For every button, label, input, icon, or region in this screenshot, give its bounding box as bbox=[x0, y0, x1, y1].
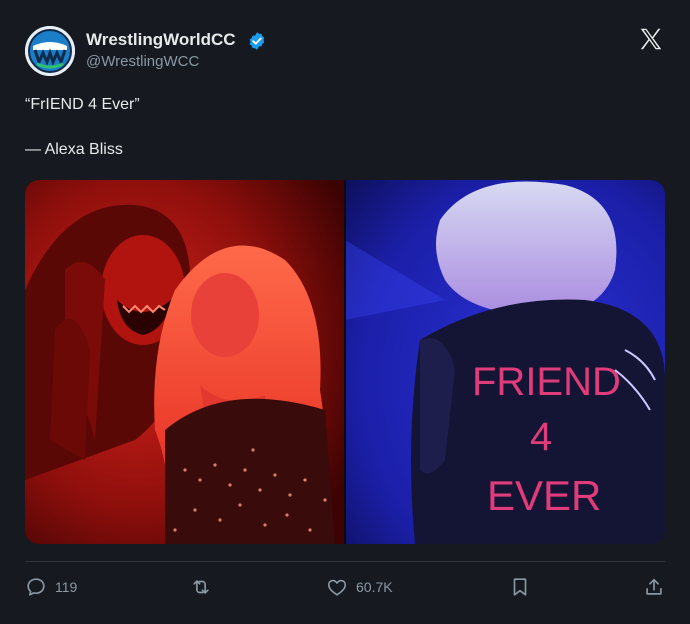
bookmark-button[interactable] bbox=[509, 575, 531, 599]
jacket-text-friend: FRIEND bbox=[472, 360, 621, 404]
author-name[interactable]: WrestlingWorldCC bbox=[86, 30, 236, 50]
jacket-text-4: 4 bbox=[530, 415, 552, 459]
reply-count: 119 bbox=[55, 579, 78, 595]
x-logo-icon[interactable] bbox=[638, 26, 664, 52]
author-handle[interactable]: @WrestlingWCC bbox=[86, 53, 199, 70]
like-button[interactable]: 60.7K bbox=[326, 575, 393, 599]
share-icon bbox=[646, 578, 662, 595]
verified-badge-icon bbox=[247, 31, 267, 51]
tweet-card: WrestlingWorldCC @WrestlingWCC “FrIEND 4… bbox=[0, 0, 690, 624]
reply-button[interactable]: 119 bbox=[25, 575, 77, 599]
left-panel-photo bbox=[25, 180, 345, 544]
share-button[interactable] bbox=[643, 575, 665, 599]
tweet-media[interactable]: FRIEND 4 EVER bbox=[25, 180, 665, 544]
retweet-icon bbox=[193, 580, 209, 594]
jacket-text-ever: EVER bbox=[487, 472, 601, 519]
right-panel-photo: FRIEND 4 EVER bbox=[345, 180, 665, 544]
avatar[interactable] bbox=[25, 26, 75, 76]
reply-icon bbox=[27, 578, 45, 596]
action-divider bbox=[25, 561, 665, 562]
wrestling-world-logo-icon bbox=[25, 26, 75, 76]
like-count: 60.7K bbox=[356, 579, 393, 595]
tweet-text-quote: “FrIEND 4 Ever” bbox=[25, 96, 140, 113]
retweet-button[interactable] bbox=[190, 575, 212, 599]
heart-icon bbox=[327, 579, 347, 596]
bookmark-icon bbox=[513, 578, 527, 596]
tweet-text-attribution: — Alexa Bliss bbox=[25, 141, 123, 158]
